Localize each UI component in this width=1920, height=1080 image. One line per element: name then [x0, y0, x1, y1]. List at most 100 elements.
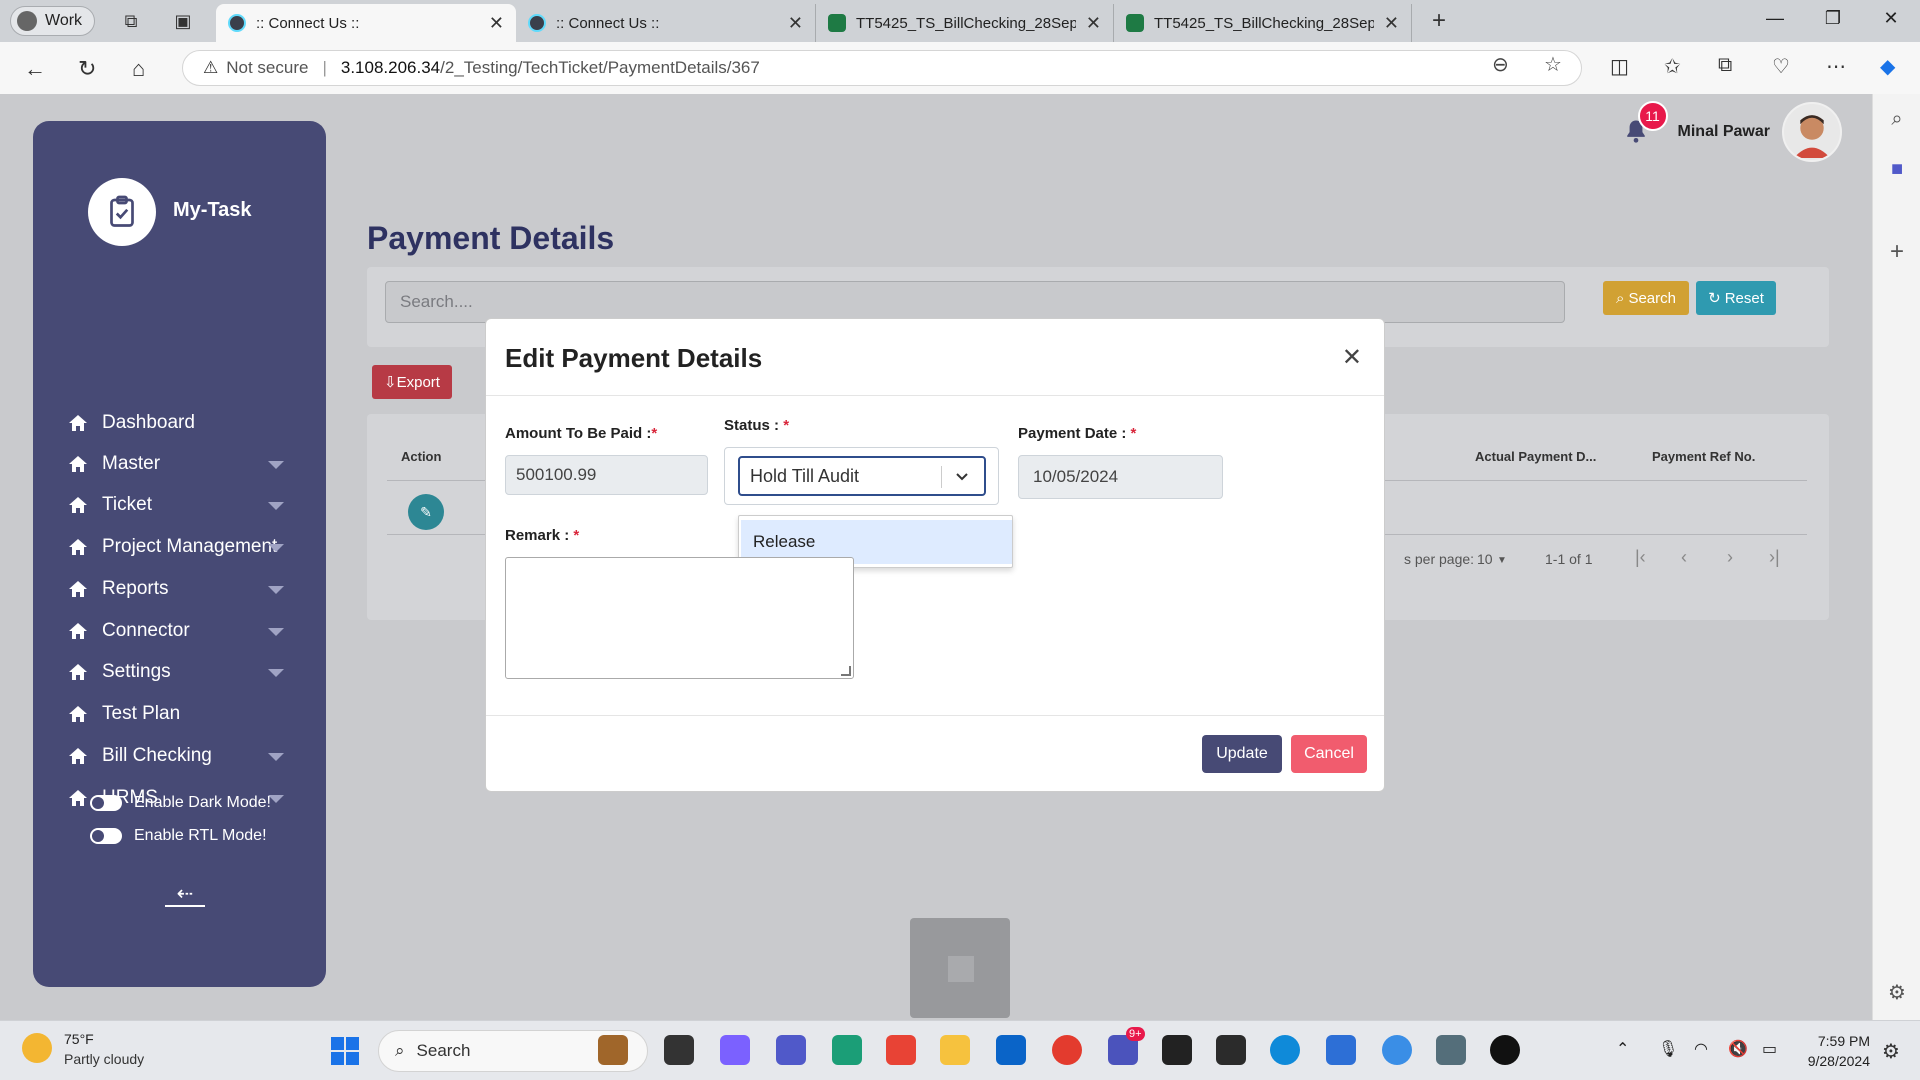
sidebar-add-icon[interactable]: +	[1885, 238, 1909, 266]
last-page-icon[interactable]: ›|	[1769, 547, 1780, 568]
copilot-icon[interactable]: ◆	[1880, 54, 1895, 79]
caret-down-icon[interactable]	[268, 502, 284, 510]
edge-app-icon[interactable]	[1270, 1035, 1300, 1065]
close-tab-icon[interactable]: ✕	[489, 13, 504, 34]
amount-input[interactable]: 500100.99	[505, 455, 708, 495]
export-button[interactable]: ⇩ Export	[372, 365, 452, 399]
first-page-icon[interactable]: |‹	[1635, 547, 1646, 568]
reset-button[interactable]: ↻ Reset	[1696, 281, 1776, 315]
dark-mode-switch[interactable]	[90, 795, 122, 811]
refresh-icon[interactable]: ↻	[78, 56, 96, 82]
sidebar-item-reports[interactable]: Reports	[68, 574, 308, 604]
caret-down-icon[interactable]	[268, 586, 284, 594]
favorites-icon[interactable]: ✩	[1664, 54, 1681, 79]
tab-bill-checking-2[interactable]: TT5425_TS_BillChecking_28Sept_2 ✕	[1114, 4, 1412, 42]
workspaces-icon[interactable]: ⧉	[120, 10, 142, 32]
edge-dev-app-icon[interactable]	[832, 1035, 862, 1065]
column-header-actual-payment-date[interactable]: Actual Payment D...	[1475, 449, 1596, 464]
weather-sun-icon[interactable]	[22, 1033, 52, 1063]
brand-name[interactable]: My-Task	[173, 199, 252, 222]
work-briefcase-icon[interactable]	[598, 1035, 628, 1065]
tab-actions-icon[interactable]: ▣	[172, 10, 194, 32]
rtl-mode-switch[interactable]	[90, 828, 122, 844]
remark-textarea[interactable]	[505, 557, 854, 679]
next-page-icon[interactable]: ›	[1727, 547, 1733, 568]
edit-row-icon[interactable]: ✎	[408, 494, 444, 530]
caret-down-icon[interactable]	[268, 753, 284, 761]
tab-bill-checking-1[interactable]: TT5425_TS_BillChecking_28Sept_2 ✕	[816, 4, 1114, 42]
tab-connect-us-1[interactable]: :: Connect Us :: ✕	[216, 4, 516, 42]
back-icon[interactable]: ←	[24, 56, 46, 82]
media-player-icon[interactable]	[1490, 1035, 1520, 1065]
caret-down-icon[interactable]	[268, 669, 284, 677]
sidebar-item-dashboard[interactable]: Dashboard	[68, 408, 308, 438]
sidebar-item-project-management[interactable]: Project Management	[68, 532, 308, 562]
payment-date-input[interactable]: 10/05/2024	[1018, 455, 1223, 499]
modal-close-icon[interactable]: ✕	[1342, 343, 1362, 372]
sidebar-item-settings[interactable]: Settings	[68, 657, 308, 687]
screen-recorder-icon[interactable]	[1162, 1035, 1192, 1065]
caret-down-icon[interactable]	[268, 544, 284, 552]
taskbar-settings-icon[interactable]: ⚙	[1882, 1039, 1900, 1064]
sidebar-item-connector[interactable]: Connector	[68, 616, 308, 646]
cancel-button[interactable]: Cancel	[1291, 735, 1367, 773]
search-input[interactable]: Search....	[385, 281, 1565, 323]
rows-per-page-caret-icon[interactable]: ▼	[1497, 555, 1507, 566]
wps-office-icon[interactable]	[1052, 1035, 1082, 1065]
search-button[interactable]: ⌕ Search	[1603, 281, 1689, 315]
microphone-icon[interactable]: 🎙	[1658, 1039, 1678, 1059]
collections-icon[interactable]: ⧉	[1718, 54, 1732, 77]
zoom-out-icon[interactable]: ⊖	[1492, 52, 1509, 77]
security-label[interactable]: Not secure	[226, 58, 308, 78]
speaker-muted-icon[interactable]: 🔇	[1728, 1039, 1748, 1059]
close-tab-icon[interactable]: ✕	[1086, 13, 1101, 34]
sidebar-item-ticket[interactable]: Ticket	[68, 490, 308, 520]
chevron-down-icon[interactable]	[952, 466, 972, 486]
status-select[interactable]: Hold Till Audit	[738, 456, 986, 496]
profile-button[interactable]: Work	[10, 6, 96, 36]
sidebar-item-bill-checking[interactable]: Bill Checking	[68, 741, 308, 771]
close-tab-icon[interactable]: ✕	[1384, 13, 1399, 34]
outlook-app-icon[interactable]	[996, 1035, 1026, 1065]
chrome-app-icon[interactable]	[886, 1035, 916, 1065]
file-explorer-icon[interactable]	[940, 1035, 970, 1065]
close-tab-icon[interactable]: ✕	[788, 13, 803, 34]
teams-app-icon[interactable]	[776, 1035, 806, 1065]
task-view-icon[interactable]	[664, 1035, 694, 1065]
user-avatar[interactable]	[1782, 102, 1842, 162]
sidebar-item-test-plan[interactable]: Test Plan	[68, 699, 308, 729]
weather-temperature[interactable]: 75°F	[64, 1031, 94, 1047]
windows-start-icon[interactable]	[331, 1037, 359, 1065]
browser-essentials-icon[interactable]: ♡	[1772, 54, 1790, 79]
tray-overflow-chevron-icon[interactable]: ⌃	[1616, 1039, 1629, 1059]
new-tab-icon[interactable]: +	[1428, 7, 1450, 34]
sidebar-search-icon[interactable]: ⌕	[1885, 108, 1909, 131]
prev-page-icon[interactable]: ‹	[1681, 547, 1687, 568]
wifi-icon[interactable]: ◠	[1694, 1039, 1708, 1059]
sidebar-item-master[interactable]: Master	[68, 449, 308, 479]
restore-icon[interactable]: ❐	[1818, 8, 1848, 29]
home-icon[interactable]: ⌂	[132, 56, 145, 82]
column-header-action[interactable]: Action	[401, 449, 441, 464]
teams-sidebar-icon[interactable]: ■	[1885, 158, 1909, 181]
split-screen-icon[interactable]: ◫	[1610, 54, 1629, 79]
sticky-notes-icon[interactable]	[1216, 1035, 1246, 1065]
notification-bell-icon[interactable]: 11	[1622, 101, 1668, 147]
notepad-icon[interactable]	[1326, 1035, 1356, 1065]
column-header-payment-ref-no[interactable]: Payment Ref No.	[1652, 449, 1755, 464]
caret-down-icon[interactable]	[268, 461, 284, 469]
collapse-sidebar-icon[interactable]: ⇠	[165, 881, 205, 907]
dolphin-app-icon[interactable]	[1382, 1035, 1412, 1065]
window-close-icon[interactable]: ✕	[1876, 8, 1906, 29]
tab-connect-us-2[interactable]: :: Connect Us :: ✕	[516, 4, 816, 42]
calculator-icon[interactable]	[1436, 1035, 1466, 1065]
teams-work-icon[interactable]: 9+	[1108, 1027, 1145, 1065]
update-button[interactable]: Update	[1202, 735, 1282, 773]
taskbar-clock[interactable]: 7:59 PM 9/28/2024	[1800, 1031, 1870, 1071]
user-name[interactable]: Minal Pawar	[1678, 123, 1770, 141]
rows-per-page-select[interactable]: 10	[1477, 551, 1493, 567]
sidebar-settings-gear-icon[interactable]: ⚙	[1885, 980, 1909, 1005]
url-bar[interactable]: ⚠ Not secure | 3.108.206.34/2_Testing/Te…	[182, 50, 1582, 86]
rtl-mode-toggle[interactable]: Enable RTL Mode!	[90, 827, 267, 845]
battery-icon[interactable]: ▭	[1762, 1039, 1777, 1059]
